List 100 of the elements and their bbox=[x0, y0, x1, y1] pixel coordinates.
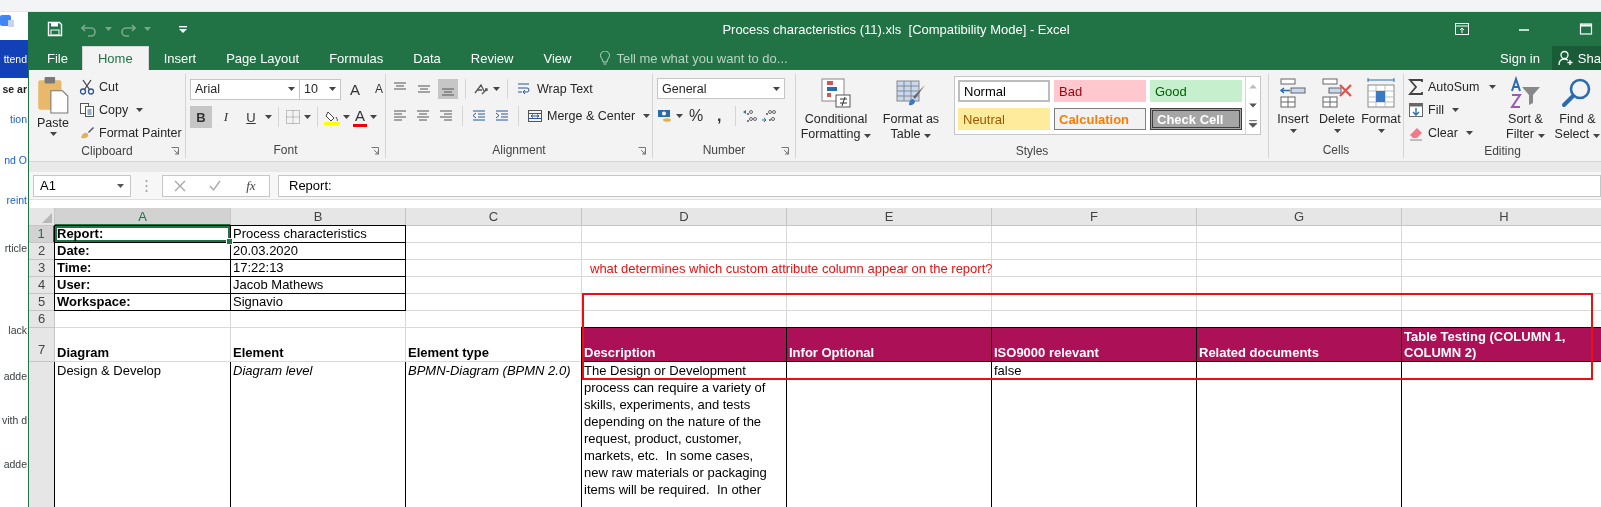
format-as-table-button[interactable]: Format as Table bbox=[876, 74, 946, 144]
decrease-decimal-icon[interactable] bbox=[761, 108, 778, 124]
ribbon-tab[interactable]: File bbox=[29, 46, 82, 70]
spreadsheet-cell[interactable]: Diagram bbox=[55, 328, 231, 362]
name-box[interactable]: A1 bbox=[33, 174, 131, 197]
column-header[interactable]: B bbox=[231, 208, 406, 226]
format-toggle-button[interactable]: I bbox=[215, 106, 237, 128]
undo-icon[interactable] bbox=[81, 21, 97, 37]
cell-style-option[interactable]: Normal bbox=[958, 80, 1050, 102]
row-header[interactable]: 5 bbox=[29, 294, 55, 311]
caret-icon[interactable] bbox=[676, 114, 683, 118]
currency-icon[interactable] bbox=[657, 108, 673, 124]
increase-decimal-icon[interactable] bbox=[742, 108, 759, 124]
font-size-dropdown[interactable]: 10 bbox=[299, 78, 341, 100]
ribbon-tab[interactable]: Home bbox=[81, 46, 149, 70]
fill-button[interactable]: Fill bbox=[1406, 99, 1499, 120]
spreadsheet-cell[interactable]: Element bbox=[231, 328, 406, 362]
spreadsheet-cell[interactable]: Design & Develop bbox=[54, 362, 231, 507]
caret-icon[interactable] bbox=[493, 86, 500, 91]
caret-icon[interactable] bbox=[265, 115, 272, 119]
clear-button[interactable]: Clear bbox=[1406, 122, 1499, 143]
font-color-button[interactable]: A bbox=[353, 107, 367, 127]
ribbon-tab[interactable]: Insert bbox=[148, 46, 212, 70]
column-header[interactable]: F bbox=[992, 208, 1197, 226]
format-toggle-button[interactable]: B bbox=[190, 106, 212, 128]
paste-button[interactable]: Paste bbox=[33, 74, 73, 138]
format-cells-button[interactable]: Format bbox=[1361, 74, 1401, 135]
autosum-button[interactable]: AutoSum bbox=[1406, 76, 1499, 97]
save-icon[interactable] bbox=[47, 21, 63, 37]
caret-icon[interactable] bbox=[370, 115, 377, 119]
caret-icon[interactable] bbox=[343, 115, 350, 119]
tell-me-field[interactable]: Tell me what you want to do... bbox=[600, 46, 807, 70]
spreadsheet-cell[interactable]: Workspace: bbox=[54, 293, 231, 311]
column-header[interactable]: A bbox=[55, 208, 231, 226]
fill-handle[interactable] bbox=[226, 238, 233, 245]
row-header[interactable]: 7 bbox=[29, 328, 55, 362]
spreadsheet-cell[interactable]: Table Testing (COLUMN 1, COLUMN 2) bbox=[1401, 327, 1601, 362]
cancel-icon[interactable] bbox=[174, 179, 187, 192]
ribbon-display-icon[interactable] bbox=[1455, 23, 1469, 35]
row-header[interactable]: 2 bbox=[29, 243, 55, 260]
column-header[interactable]: G bbox=[1197, 208, 1402, 226]
spreadsheet-cell[interactable]: Jacob Mathews bbox=[230, 276, 406, 294]
column-header[interactable]: D bbox=[582, 208, 787, 226]
spreadsheet-cell[interactable]: BPMN-Diagram (BPMN 2.0) bbox=[405, 362, 582, 507]
comma-style-button[interactable]: , bbox=[709, 105, 730, 127]
dialog-launcher-icon[interactable] bbox=[171, 147, 179, 155]
cell-style-option[interactable]: Neutral bbox=[958, 108, 1050, 130]
font-name-dropdown[interactable]: Arial bbox=[190, 78, 300, 100]
spreadsheet-cell[interactable]: 20.03.2020 bbox=[230, 242, 406, 260]
spreadsheet-cell[interactable]: Process characteristics bbox=[230, 225, 406, 243]
sort-filter-button[interactable]: Sort & Filter bbox=[1500, 74, 1551, 144]
maximize-icon[interactable] bbox=[1579, 23, 1593, 35]
spreadsheet-cell[interactable]: Description bbox=[581, 327, 787, 362]
spreadsheet-cell[interactable]: The Design or Development process can require a variety of skills, experiments, and tests depending on the nature of the request, product, customer, markets, etc. In some cases, new raw materials or packaging items will be required. In other bbox=[581, 362, 787, 507]
spreadsheet-cell[interactable]: false bbox=[991, 362, 1197, 507]
sign-in-link[interactable]: Sign in bbox=[1488, 46, 1552, 70]
fill-color-icon[interactable] bbox=[324, 109, 340, 125]
dialog-launcher-icon[interactable] bbox=[638, 147, 646, 155]
caret-icon[interactable] bbox=[304, 115, 311, 119]
spreadsheet-cell[interactable]: Report: bbox=[54, 225, 231, 243]
share-button[interactable]: Sha bbox=[1551, 46, 1601, 70]
insert-cells-button[interactable]: Insert bbox=[1273, 74, 1313, 135]
spreadsheet-cell[interactable]: Signavio bbox=[230, 293, 406, 311]
percent-button[interactable]: % bbox=[686, 105, 707, 127]
find-select-button[interactable]: Find & Select bbox=[1552, 74, 1601, 144]
ribbon-tab[interactable]: View bbox=[528, 46, 587, 70]
dialog-launcher-icon[interactable] bbox=[371, 147, 379, 155]
row-header[interactable] bbox=[29, 362, 55, 507]
wrap-text-button[interactable]: Wrap Text bbox=[515, 78, 595, 99]
row-header[interactable]: 1 bbox=[29, 226, 55, 243]
shrink-font-button[interactable]: A bbox=[369, 78, 389, 100]
dialog-launcher-icon[interactable] bbox=[781, 147, 789, 155]
row-header[interactable]: 3 bbox=[29, 260, 55, 277]
ribbon-tab[interactable]: Review bbox=[455, 46, 529, 70]
ribbon-tab[interactable]: Data bbox=[398, 46, 456, 70]
grow-font-button[interactable]: A bbox=[345, 78, 365, 100]
format-toggle-button[interactable]: U bbox=[240, 106, 262, 128]
checkmark-icon[interactable] bbox=[209, 179, 222, 192]
customize-icon[interactable] bbox=[179, 25, 187, 33]
cell-style-option[interactable]: Good bbox=[1150, 80, 1242, 102]
format-painter-button[interactable]: Format Painter bbox=[77, 122, 184, 143]
row-header[interactable]: 6 bbox=[29, 311, 55, 328]
column-header[interactable]: E bbox=[787, 208, 992, 226]
spreadsheet-cell[interactable]: ISO9000 relevant bbox=[991, 327, 1197, 362]
column-header[interactable]: C bbox=[406, 208, 582, 226]
copy-button[interactable]: Copy bbox=[77, 99, 184, 120]
merge-center-button[interactable]: Merge & Center bbox=[525, 105, 653, 126]
ribbon-tab[interactable]: Page Layout bbox=[211, 46, 315, 70]
delete-cells-button[interactable]: Delete bbox=[1317, 74, 1357, 135]
cut-button[interactable]: Cut bbox=[77, 76, 184, 97]
insert-function-button[interactable]: fx bbox=[244, 177, 258, 194]
row-header[interactable]: 4 bbox=[29, 277, 55, 294]
number-format-dropdown[interactable]: General bbox=[657, 78, 785, 99]
spreadsheet-cell[interactable]: 17:22:13 bbox=[230, 259, 406, 277]
formula-input[interactable]: Report: bbox=[278, 174, 1601, 197]
vertical-align-icon[interactable] bbox=[438, 78, 458, 99]
column-header[interactable]: H bbox=[1402, 208, 1601, 226]
spreadsheet-cell[interactable]: Related documents bbox=[1196, 327, 1402, 362]
conditional-formatting-button[interactable]: Conditional Formatting bbox=[800, 74, 872, 144]
spreadsheet-cell[interactable]: Diagram level bbox=[230, 362, 406, 507]
